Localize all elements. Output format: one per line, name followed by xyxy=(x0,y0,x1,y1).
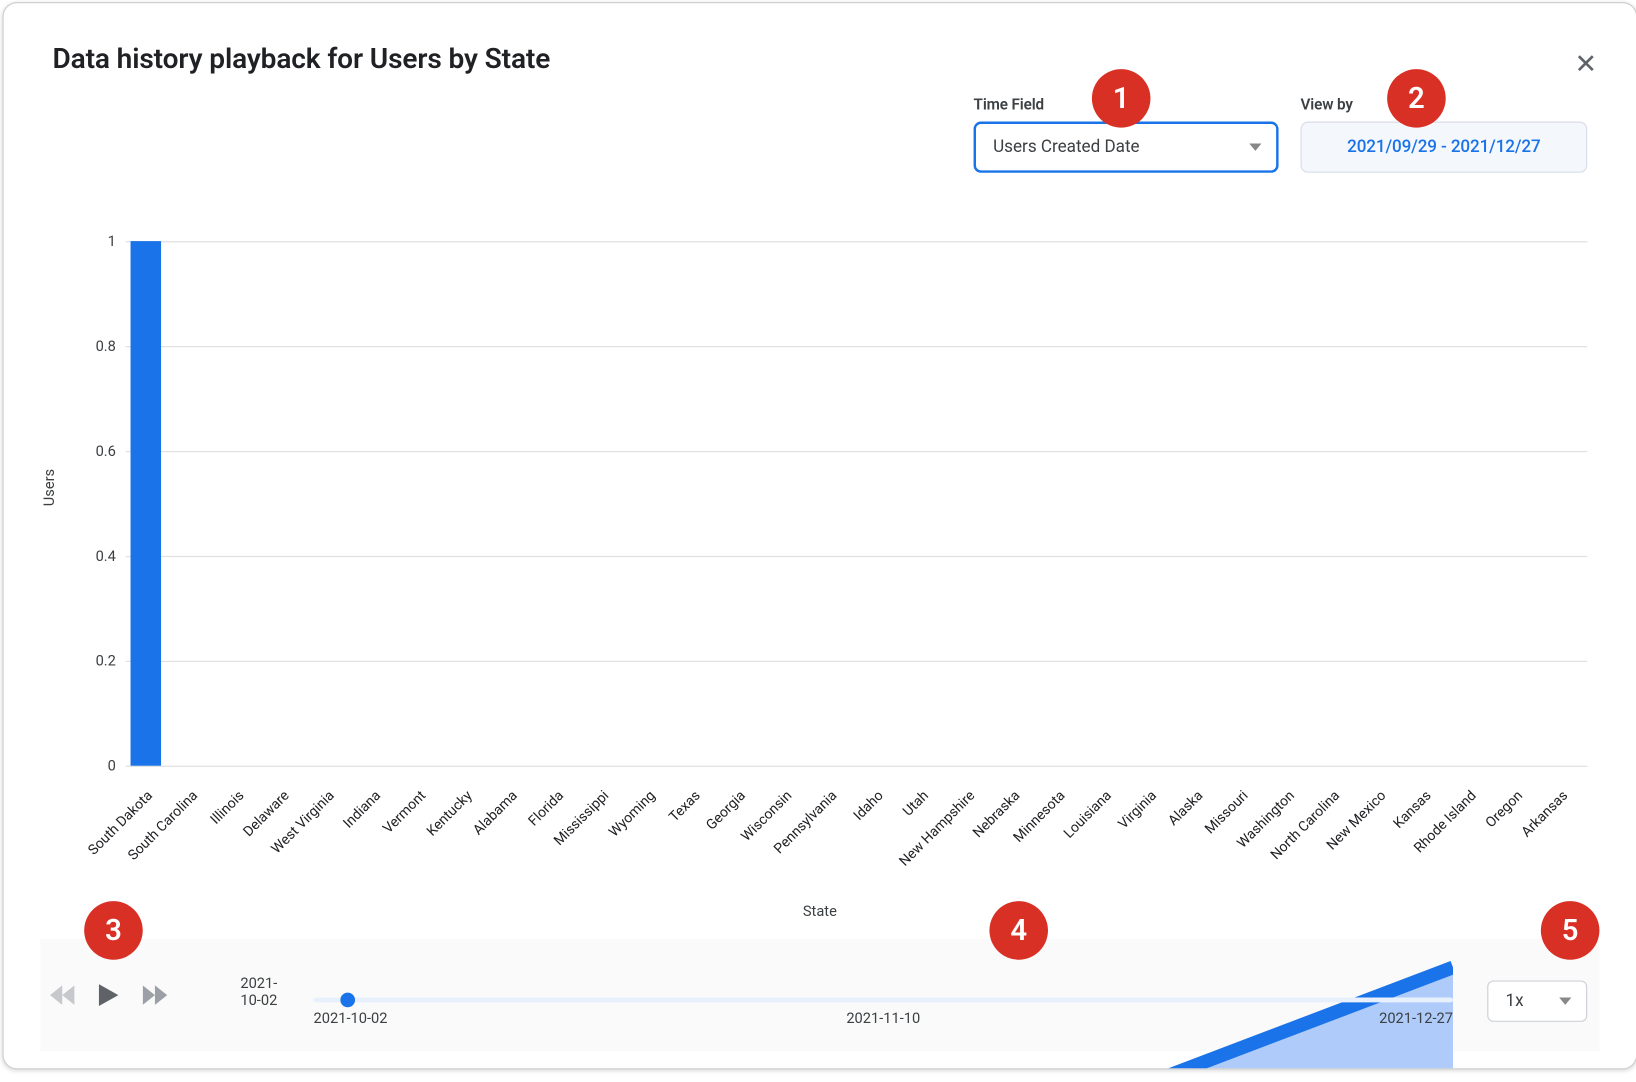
bar-cell xyxy=(1450,241,1496,766)
playback-current-date: 2021- 10-02 xyxy=(240,976,277,1010)
annotation-5: 5 xyxy=(1541,901,1600,960)
bar-cell xyxy=(1313,241,1359,766)
play-button[interactable] xyxy=(94,980,123,1009)
bar-cell xyxy=(1405,241,1451,766)
timeline-tick-start: 2021-10-02 xyxy=(314,1010,388,1027)
x-tick-cell: Virginia xyxy=(1130,772,1176,882)
bar-cell xyxy=(445,241,491,766)
playback-date-line1: 2021- xyxy=(240,974,277,991)
chevron-down-icon xyxy=(1559,998,1571,1005)
bar-cell xyxy=(1130,241,1176,766)
bar-cell xyxy=(1268,241,1314,766)
annotation-4: 4 xyxy=(989,901,1048,960)
play-icon xyxy=(99,984,119,1006)
y-tick: 1 xyxy=(82,233,116,250)
timeline[interactable]: 2021-10-02 2021-11-10 2021-12-27 xyxy=(314,956,1453,1024)
timeline-handle[interactable] xyxy=(340,993,355,1008)
bar-cell xyxy=(674,241,720,766)
bar-cell xyxy=(537,241,583,766)
bar-cell xyxy=(1496,241,1542,766)
speed-select[interactable]: 1x xyxy=(1487,980,1587,1021)
x-tick-cell: Arkansas xyxy=(1542,772,1588,882)
x-tick-cell: South Carolina xyxy=(171,772,217,882)
playback-controls xyxy=(48,980,170,1009)
rewind-icon xyxy=(50,985,74,1005)
dialog-title: Data history playback for Users by State xyxy=(52,42,1587,75)
bar-cell xyxy=(491,241,537,766)
chart-bars xyxy=(126,241,1588,766)
bar-cell xyxy=(948,241,994,766)
chevron-down-icon xyxy=(1249,144,1261,151)
x-tick-label: Utah xyxy=(899,787,932,820)
bar-cell xyxy=(263,241,309,766)
speed-value: 1x xyxy=(1505,991,1523,1011)
timeline-tick-mid: 2021-11-10 xyxy=(846,1010,920,1027)
bar-cell xyxy=(628,241,674,766)
annotation-1: 1 xyxy=(1092,69,1151,128)
timeline-track xyxy=(314,998,1453,1003)
view-by-value: 2021/09/29 - 2021/12/27 xyxy=(1347,137,1540,157)
fast-forward-button[interactable] xyxy=(140,980,169,1009)
time-field-select[interactable]: Users Created Date xyxy=(974,122,1279,173)
y-tick: 0.4 xyxy=(82,547,116,564)
timeline-ticks: 2021-10-02 2021-11-10 2021-12-27 xyxy=(314,1010,1453,1027)
y-tick: 0.8 xyxy=(82,338,116,355)
bar-cell xyxy=(217,241,263,766)
bar-cell xyxy=(811,241,857,766)
timeline-tick-end: 2021-12-27 xyxy=(1379,1010,1453,1027)
rewind-button[interactable] xyxy=(48,980,77,1009)
chart-x-ticks: South DakotaSouth CarolinaIllinoisDelawa… xyxy=(126,772,1588,882)
x-tick-cell: Pennsylvania xyxy=(811,772,857,882)
bar[interactable] xyxy=(130,241,161,766)
bar-cell xyxy=(902,241,948,766)
bar-cell xyxy=(1542,241,1588,766)
bar-cell xyxy=(308,241,354,766)
bar-cell xyxy=(856,241,902,766)
controls-row: Time Field Users Created Date View by 20… xyxy=(974,96,1588,173)
view-by-range[interactable]: 2021/09/29 - 2021/12/27 xyxy=(1301,122,1588,173)
chart-area: Users 00.20.40.60.81 South DakotaSouth C… xyxy=(52,223,1587,906)
bar-cell xyxy=(993,241,1039,766)
bar-cell xyxy=(719,241,765,766)
fast-forward-icon xyxy=(143,985,167,1005)
bar-cell xyxy=(354,241,400,766)
bar-cell xyxy=(1176,241,1222,766)
bar-cell xyxy=(171,241,217,766)
bar-cell xyxy=(765,241,811,766)
y-axis-label: Users xyxy=(41,469,58,506)
bar-cell xyxy=(1222,241,1268,766)
bar-cell xyxy=(400,241,446,766)
bar-cell xyxy=(1085,241,1131,766)
bar-cell xyxy=(582,241,628,766)
playback-date-line2: 10-02 xyxy=(240,991,277,1008)
close-icon: ✕ xyxy=(1574,50,1596,81)
annotation-3: 3 xyxy=(84,901,143,960)
dialog-header: Data history playback for Users by State… xyxy=(4,3,1636,75)
bar-cell xyxy=(1359,241,1405,766)
y-tick: 0.2 xyxy=(82,652,116,669)
y-tick: 0.6 xyxy=(82,442,116,459)
y-tick: 0 xyxy=(82,757,116,774)
x-tick-cell: Wyoming xyxy=(628,772,674,882)
x-tick-cell: Idaho xyxy=(856,772,902,882)
playback-panel: 2021- 10-02 2021-10-02 2021-11-10 2021-1… xyxy=(40,939,1599,1051)
dialog-window: Data history playback for Users by State… xyxy=(2,2,1636,1070)
bar-cell xyxy=(1039,241,1085,766)
bar-cell xyxy=(126,241,172,766)
time-field-value: Users Created Date xyxy=(993,137,1140,157)
annotation-2: 2 xyxy=(1387,69,1446,128)
x-tick-cell: Alabama xyxy=(491,772,537,882)
x-axis-label: State xyxy=(803,902,837,919)
close-button[interactable]: ✕ xyxy=(1574,52,1596,79)
